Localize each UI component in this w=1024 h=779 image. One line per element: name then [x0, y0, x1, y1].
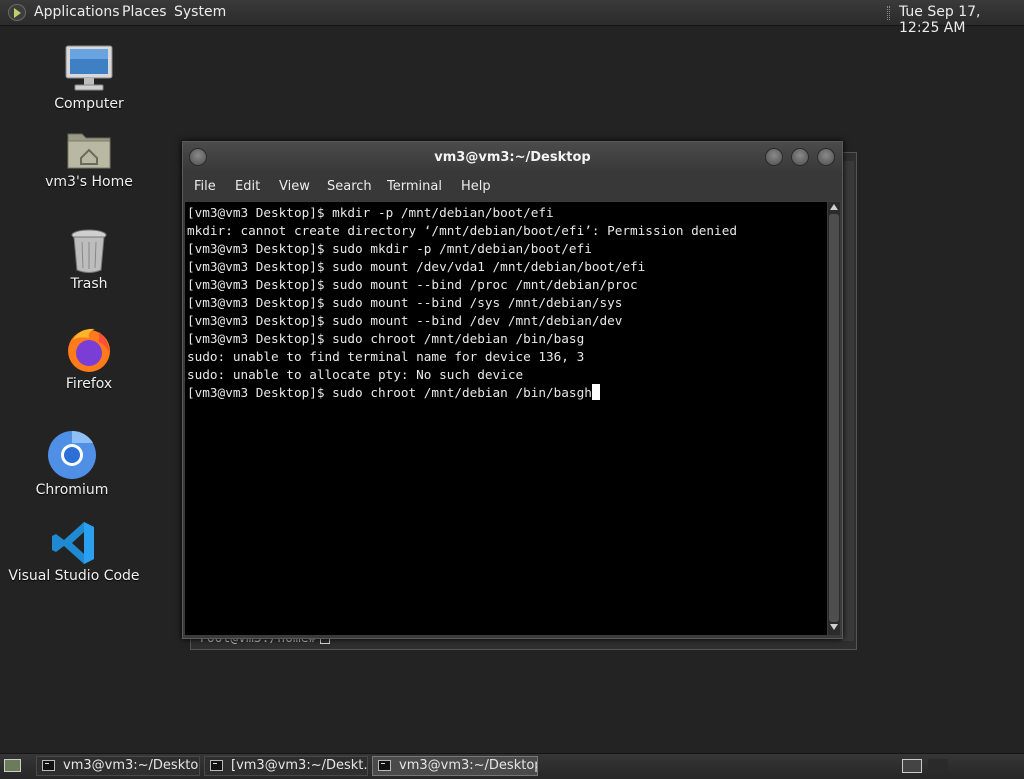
- applications-menu-icon[interactable]: [8, 4, 26, 21]
- desktop-icon-firefox[interactable]: Firefox: [19, 326, 159, 392]
- terminal-line: [vm3@vm3 Desktop]$ sudo mount /dev/vda1 …: [187, 259, 646, 274]
- terminal-line: sudo: unable to allocate pty: No such de…: [187, 367, 524, 382]
- terminal-command: [vm3@vm3 Desktop]$ sudo chroot /mnt/debi…: [187, 385, 592, 400]
- desktop-icon-label: vm3's Home: [45, 174, 133, 190]
- terminal-icon: [210, 760, 223, 771]
- show-desktop-icon[interactable]: [4, 759, 21, 772]
- vscode-icon: [52, 522, 94, 564]
- desktop-icon-label: Computer: [54, 96, 124, 112]
- menu-applications[interactable]: Applications: [34, 4, 120, 20]
- terminal-line: [vm3@vm3 Desktop]$ sudo mount --bind /pr…: [187, 277, 638, 292]
- trash-icon: [71, 229, 107, 273]
- desktop-icon-vscode[interactable]: Visual Studio Code: [4, 520, 144, 584]
- desktop-icon-label: Visual Studio Code: [8, 568, 140, 584]
- menu-search[interactable]: Search: [327, 179, 372, 194]
- scroll-up-arrow-icon[interactable]: [830, 204, 838, 210]
- menu-places[interactable]: Places: [122, 4, 167, 20]
- terminal-menubar: File Edit View Search Terminal Help: [183, 173, 842, 201]
- menu-terminal[interactable]: Terminal: [387, 179, 442, 194]
- terminal-output[interactable]: [vm3@vm3 Desktop]$ mkdir -p /mnt/debian/…: [185, 202, 827, 635]
- taskbar-window-label: [vm3@vm3:~/Deskt…: [231, 758, 368, 773]
- taskbar-window-button[interactable]: vm3@vm3:~/Desktop: [36, 756, 200, 776]
- terminal-line: [vm3@vm3 Desktop]$ sudo mount --bind /de…: [187, 313, 623, 328]
- terminal-line: [vm3@vm3 Desktop]$ mkdir -p /mnt/debian/…: [187, 205, 554, 220]
- taskbar-window-button[interactable]: [vm3@vm3:~/Deskt…: [204, 756, 368, 776]
- menu-view[interactable]: View: [279, 179, 310, 194]
- scrollbar-thumb[interactable]: [829, 214, 839, 622]
- terminal-line: [vm3@vm3 Desktop]$ sudo mount --bind /sy…: [187, 295, 623, 310]
- desktop-icon-chromium[interactable]: Chromium: [2, 430, 142, 498]
- desktop-icon-label: Chromium: [35, 482, 109, 498]
- terminal-line: [vm3@vm3 Desktop]$ sudo chroot /mnt/debi…: [187, 331, 585, 346]
- terminal-icon: [42, 760, 55, 771]
- close-button[interactable]: [817, 148, 835, 166]
- minimize-button[interactable]: [765, 148, 783, 166]
- terminal-icon: [378, 760, 391, 771]
- terminal-cursor: [591, 384, 600, 400]
- desktop-icon-computer[interactable]: Computer: [19, 44, 159, 112]
- terminal-scrollbar[interactable]: [828, 202, 840, 635]
- menu-edit[interactable]: Edit: [235, 179, 260, 194]
- workspace-switcher-1[interactable]: [902, 759, 922, 773]
- computer-icon: [65, 45, 113, 91]
- chromium-icon: [48, 430, 96, 479]
- taskbar-window-label: vm3@vm3:~/Desktop: [399, 758, 538, 773]
- maximize-button[interactable]: [791, 148, 809, 166]
- terminal-window[interactable]: vm3@vm3:~/Desktop File Edit View Search …: [182, 141, 843, 639]
- terminal-line: mkdir: cannot create directory ‘/mnt/deb…: [187, 223, 737, 238]
- menu-help[interactable]: Help: [461, 179, 491, 194]
- desktop-icon-label: Trash: [70, 276, 108, 292]
- bottom-taskbar: vm3@vm3:~/Desktop [vm3@vm3:~/Deskt… vm3@…: [0, 753, 1024, 779]
- workspace-switcher-2[interactable]: [928, 759, 948, 773]
- desktop-icon-trash[interactable]: Trash: [19, 228, 159, 292]
- desktop-icon-home[interactable]: vm3's Home: [19, 128, 159, 190]
- terminal-line: [vm3@vm3 Desktop]$ sudo mkdir -p /mnt/de…: [187, 241, 592, 256]
- menu-file[interactable]: File: [194, 179, 216, 194]
- desktop-icon-label: Firefox: [65, 376, 113, 392]
- window-titlebar[interactable]: vm3@vm3:~/Desktop: [183, 142, 842, 173]
- clock[interactable]: Tue Sep 17, 12:25 AM: [899, 4, 1024, 36]
- terminal-current-line: [vm3@vm3 Desktop]$ sudo chroot /mnt/debi…: [187, 384, 737, 402]
- home-folder-icon: [67, 133, 111, 169]
- window-title: vm3@vm3:~/Desktop: [434, 150, 591, 165]
- top-panel: Applications Places System Tue Sep 17, 1…: [0, 0, 1024, 36]
- panel-separator: [887, 6, 890, 20]
- menu-system[interactable]: System: [174, 4, 226, 20]
- taskbar-window-label: vm3@vm3:~/Desktop: [63, 758, 200, 773]
- firefox-icon: [68, 328, 110, 372]
- taskbar-window-button-active[interactable]: vm3@vm3:~/Desktop: [372, 756, 538, 776]
- background-terminal-scrollbar[interactable]: [842, 161, 854, 641]
- scroll-down-arrow-icon[interactable]: [830, 624, 838, 630]
- terminal-line: sudo: unable to find terminal name for d…: [187, 349, 585, 364]
